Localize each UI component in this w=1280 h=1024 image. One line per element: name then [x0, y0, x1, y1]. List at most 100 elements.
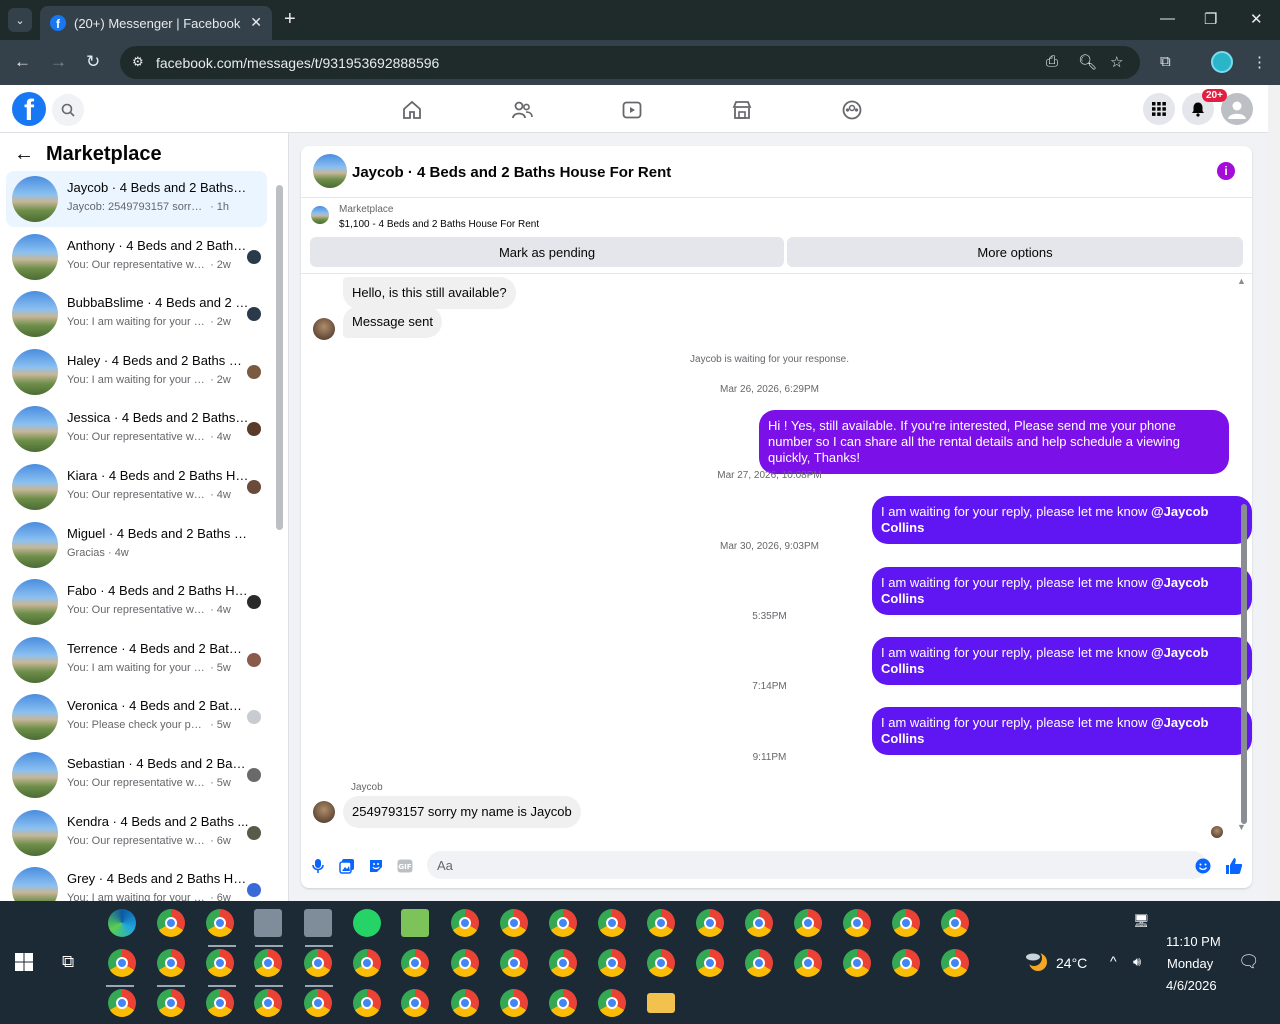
address-bar[interactable]: ⚙ facebook.com/messages/t/93195369288859…	[120, 46, 1140, 79]
chrome-taskbar-icon[interactable]	[794, 909, 822, 937]
chrome-taskbar-icon[interactable]	[892, 949, 920, 977]
chrome-taskbar-icon[interactable]	[941, 909, 969, 937]
install-app-icon[interactable]: ⎙	[1046, 53, 1058, 70]
clock-day[interactable]: Monday	[1167, 956, 1213, 971]
chrome-taskbar-icon[interactable]	[941, 949, 969, 977]
chrome-taskbar-icon[interactable]	[745, 949, 773, 977]
menu-grid-button[interactable]	[1143, 93, 1175, 125]
emoji-icon[interactable]	[1194, 857, 1212, 875]
chrome-taskbar-icon[interactable]	[206, 949, 234, 977]
chrome-taskbar-icon[interactable]	[304, 989, 332, 1017]
close-tab-icon[interactable]: ✕	[250, 14, 262, 31]
chrome-taskbar-icon[interactable]	[353, 989, 381, 1017]
reload-icon[interactable]: ↻	[86, 52, 100, 72]
chrome-taskbar-icon[interactable]	[451, 989, 479, 1017]
contacts-taskbar-icon[interactable]	[304, 909, 332, 937]
outgoing-message[interactable]: I am waiting for your reply, please let …	[872, 496, 1252, 544]
page-scrollbar[interactable]	[1268, 85, 1280, 901]
chrome-taskbar-icon[interactable]	[549, 909, 577, 937]
microphone-icon[interactable]	[309, 857, 327, 875]
chrome-taskbar-icon[interactable]	[647, 909, 675, 937]
chat-title[interactable]: Jaycob · 4 Beds and 2 Baths House For Re…	[352, 164, 671, 181]
conversation-item[interactable]: Kendra · 4 Beds and 2 Baths ... You: Our …	[6, 805, 267, 861]
outgoing-message[interactable]: I am waiting for your reply, please let …	[872, 567, 1252, 615]
back-icon[interactable]: ←	[14, 52, 31, 72]
chrome-taskbar-icon[interactable]	[353, 949, 381, 977]
friends-nav-icon[interactable]	[509, 97, 535, 123]
chrome-taskbar-icon[interactable]	[157, 949, 185, 977]
chrome-taskbar-icon[interactable]	[794, 949, 822, 977]
chrome-taskbar-icon[interactable]	[157, 909, 185, 937]
clock-date[interactable]: 4/6/2026	[1166, 978, 1217, 993]
bookmark-star-icon[interactable]: ☆	[1110, 53, 1123, 71]
clock-time[interactable]: 11:10 PM	[1166, 934, 1221, 949]
conversation-item[interactable]: Anthony · 4 Beds and 2 Baths... You: Our …	[6, 229, 267, 285]
control-panel-taskbar-icon[interactable]	[254, 909, 282, 937]
chrome-taskbar-icon[interactable]	[401, 989, 429, 1017]
outgoing-message[interactable]: Hi ! Yes, still available. If you're int…	[759, 410, 1229, 474]
temperature[interactable]: 24°C	[1056, 955, 1087, 971]
home-nav-icon[interactable]	[399, 97, 425, 123]
incoming-message[interactable]: 2549793157 sorry my name is Jaycob	[343, 796, 581, 828]
conversation-item[interactable]: Jaycob · 4 Beds and 2 Baths Ho... Jaycob:…	[6, 171, 267, 227]
outgoing-message[interactable]: I am waiting for your reply, please let …	[872, 637, 1252, 685]
new-tab-button[interactable]: +	[284, 8, 296, 31]
notepad-taskbar-icon[interactable]	[401, 909, 429, 937]
edge-taskbar-icon[interactable]	[108, 909, 136, 937]
back-arrow-icon[interactable]: ←	[14, 143, 34, 166]
windows-start-icon[interactable]	[15, 953, 33, 971]
notification-center-icon[interactable]: 🗨︎	[1238, 952, 1260, 972]
sidebar-scrollbar[interactable]	[276, 185, 283, 530]
groups-nav-icon[interactable]	[839, 97, 865, 123]
task-view-icon[interactable]: ⧉	[62, 952, 74, 972]
chrome-taskbar-icon[interactable]	[108, 949, 136, 977]
chat-scrollbar[interactable]	[1241, 504, 1247, 824]
sticker-icon[interactable]	[367, 857, 385, 875]
chrome-taskbar-icon[interactable]	[696, 949, 724, 977]
browser-tab[interactable]: f (20+) Messenger | Facebook ✕	[40, 6, 272, 40]
gif-icon[interactable]: GIF	[396, 857, 414, 875]
photo-icon[interactable]	[338, 857, 356, 875]
chrome-taskbar-icon[interactable]	[843, 909, 871, 937]
chrome-taskbar-icon[interactable]	[843, 949, 871, 977]
chrome-taskbar-icon[interactable]	[401, 949, 429, 977]
whatsapp-taskbar-icon[interactable]	[353, 909, 381, 937]
tab-search-button[interactable]: ⌄	[8, 8, 32, 32]
chrome-taskbar-icon[interactable]	[451, 909, 479, 937]
conversation-item[interactable]: Haley · 4 Beds and 2 Baths H... You: I am…	[6, 344, 267, 400]
chrome-taskbar-icon[interactable]	[254, 989, 282, 1017]
scroll-up-icon[interactable]: ▲	[1237, 276, 1246, 286]
info-icon[interactable]: i	[1217, 162, 1235, 180]
network-tray-icon[interactable]: 🖥︎	[1133, 913, 1150, 929]
facebook-logo[interactable]: f	[12, 92, 46, 126]
chrome-taskbar-icon[interactable]	[206, 909, 234, 937]
chrome-taskbar-icon[interactable]	[598, 989, 626, 1017]
conversation-item[interactable]: Terrence · 4 Beds and 2 Baths... You: I a…	[6, 632, 267, 688]
marketplace-nav-icon[interactable]	[729, 97, 755, 123]
chrome-taskbar-icon[interactable]	[598, 909, 626, 937]
site-info-icon[interactable]: ⚙	[132, 54, 144, 70]
conversation-item[interactable]: Kiara · 4 Beds and 2 Baths Ho... You: Our…	[6, 459, 267, 515]
browser-profile-avatar[interactable]	[1211, 51, 1233, 73]
chrome-taskbar-icon[interactable]	[549, 949, 577, 977]
chrome-taskbar-icon[interactable]	[500, 949, 528, 977]
chrome-taskbar-icon[interactable]	[745, 909, 773, 937]
chrome-taskbar-icon[interactable]	[500, 989, 528, 1017]
chrome-taskbar-icon[interactable]	[254, 949, 282, 977]
conversation-item[interactable]: Jessica · 4 Beds and 2 Baths ... You: Our…	[6, 401, 267, 457]
chrome-taskbar-icon[interactable]	[549, 989, 577, 1017]
mark-as-pending-button[interactable]: Mark as pending	[310, 237, 784, 267]
weather-moon-icon[interactable]	[1024, 949, 1050, 973]
sender-avatar[interactable]	[313, 801, 335, 823]
incoming-message[interactable]: Hello, is this still available?	[343, 277, 516, 309]
incoming-message[interactable]: Message sent	[343, 306, 442, 338]
conversation-item[interactable]: Sebastian · 4 Beds and 2 Bath... You: Our…	[6, 747, 267, 803]
show-hidden-icons[interactable]: ^	[1110, 953, 1117, 969]
message-input[interactable]: Aa	[427, 851, 1207, 879]
conversation-item[interactable]: Miguel · 4 Beds and 2 Baths Ho... Gracias…	[6, 517, 267, 573]
outgoing-message[interactable]: I am waiting for your reply, please let …	[872, 707, 1252, 755]
sender-avatar[interactable]	[313, 318, 335, 340]
file-explorer-taskbar-icon[interactable]	[647, 993, 675, 1013]
speaker-icon[interactable]: 🔊︎	[1133, 954, 1141, 970]
more-options-button[interactable]: More options	[787, 237, 1243, 267]
